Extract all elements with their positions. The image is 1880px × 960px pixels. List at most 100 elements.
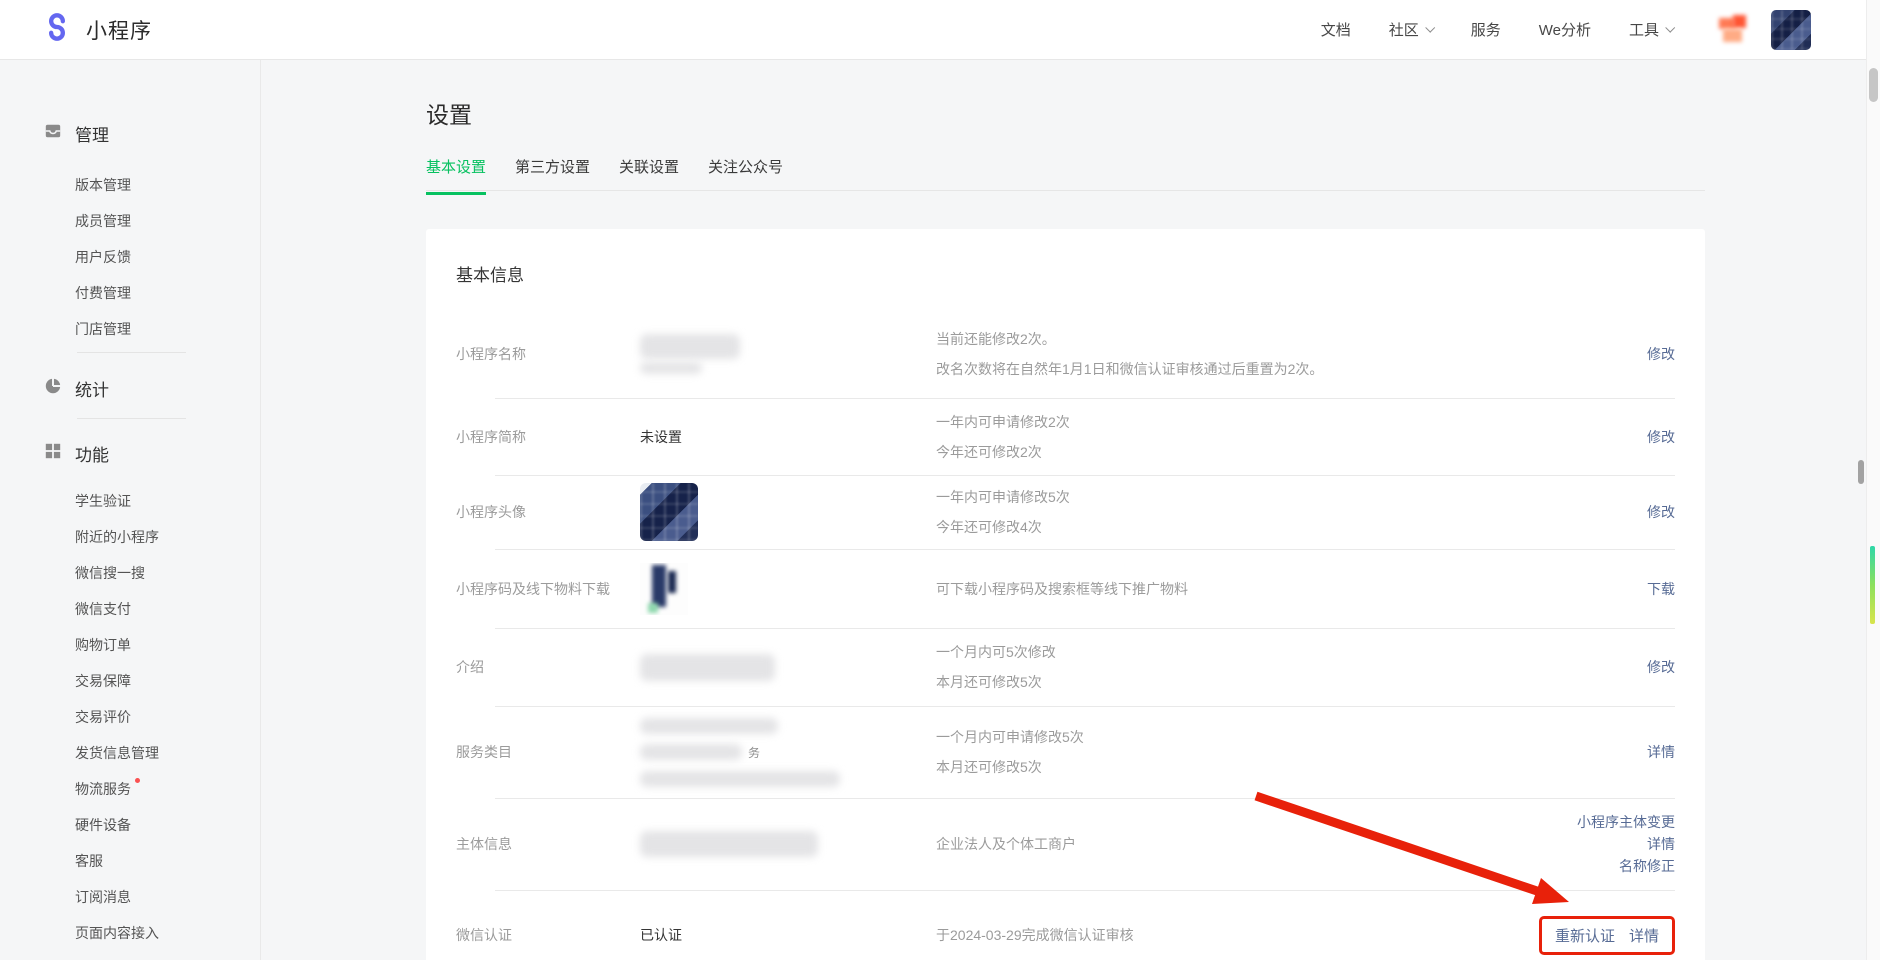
- sidebar-item-hardware-devices[interactable]: 硬件设备: [75, 818, 131, 832]
- chevron-down-icon: [1425, 22, 1435, 32]
- nav-we-analytics[interactable]: We分析: [1539, 19, 1591, 40]
- row-action: 重新认证 详情: [1515, 916, 1675, 955]
- scroll-marker: [1858, 460, 1864, 484]
- category-details-link[interactable]: 详情: [1647, 744, 1675, 760]
- row-label: 小程序码及线下物料下载: [456, 579, 640, 599]
- sidebar-item-customer-service[interactable]: 客服: [75, 854, 103, 868]
- tab-association-settings[interactable]: 关联设置: [619, 156, 679, 195]
- sidebar-section-statistics[interactable]: 统计: [44, 378, 260, 398]
- mini-program-code-image: [640, 563, 936, 615]
- row-action: 下载: [1515, 579, 1675, 599]
- sidebar-item-logistics-services[interactable]: 物流服务: [75, 782, 131, 796]
- recertify-link[interactable]: 重新认证: [1555, 925, 1615, 946]
- new-badge-dot: [135, 778, 140, 783]
- row-actions: 小程序主体变更 详情 名称修正: [1515, 815, 1675, 873]
- sidebar-item-shipping-info-management[interactable]: 发货信息管理: [75, 746, 159, 760]
- pie-chart-icon: [44, 377, 62, 400]
- sidebar-item-transaction-guarantee[interactable]: 交易保障: [75, 674, 131, 688]
- sidebar: 管理 版本管理 成员管理 用户反馈 付费管理 门店管理 统计: [0, 60, 261, 960]
- sidebar-item-wechat-search[interactable]: 微信搜一搜: [75, 566, 145, 580]
- sidebar-item-shopping-orders[interactable]: 购物订单: [75, 638, 131, 652]
- row-hint: 可下载小程序码及搜索框等线下推广物料: [936, 574, 1515, 604]
- redacted-category-values: 务: [640, 718, 936, 787]
- row-label: 小程序头像: [456, 502, 640, 522]
- sidebar-item-student-verification[interactable]: 学生验证: [75, 494, 131, 508]
- scroll-marker: [1870, 546, 1875, 624]
- scrollbar[interactable]: [1866, 0, 1880, 960]
- sidebar-item-user-feedback[interactable]: 用户反馈: [75, 250, 131, 264]
- tab-basic-settings[interactable]: 基本设置: [426, 156, 486, 195]
- subject-type-note: 企业法人及个体工商户: [936, 829, 1515, 859]
- row-hint: 于2024-03-29完成微信认证审核: [936, 920, 1515, 950]
- logo-text: 小程序: [86, 15, 152, 45]
- row-action: 详情: [1515, 742, 1675, 762]
- logo[interactable]: 小程序: [42, 12, 152, 47]
- row-hint: 一个月内可5次修改 本月还可修改5次: [936, 637, 1515, 697]
- sidebar-section-manage: 管理: [44, 123, 260, 143]
- row-label: 服务类目: [456, 742, 640, 762]
- download-materials-link[interactable]: 下载: [1647, 581, 1675, 597]
- table-row-subject-info: 主体信息 企业法人及个体工商户 小程序主体变更 详情 名称修正: [456, 798, 1675, 890]
- avatar[interactable]: [1713, 10, 1753, 50]
- recertify-highlight-box: 重新认证 详情: [1539, 916, 1675, 955]
- tab-third-party-settings[interactable]: 第三方设置: [515, 156, 590, 195]
- account-avatars: [1713, 10, 1811, 50]
- mini-program-logo-icon: [42, 12, 72, 47]
- table-row-wechat-verification: 微信认证 已认证 于2024-03-29完成微信认证审核 重新认证 详情: [456, 890, 1675, 960]
- row-hint: 当前还能修改2次。 改名次数将在自然年1月1日和微信认证审核通过后重置为2次。: [936, 324, 1515, 384]
- redacted-intro-value: [640, 654, 936, 681]
- nav-community[interactable]: 社区: [1389, 19, 1433, 40]
- sidebar-item-wechat-pay[interactable]: 微信支付: [75, 602, 131, 616]
- modify-short-name-link[interactable]: 修改: [1647, 429, 1675, 445]
- avatar[interactable]: [1771, 10, 1811, 50]
- row-label: 介绍: [456, 657, 640, 677]
- grid-icon: [44, 442, 62, 465]
- row-action: 修改: [1515, 427, 1675, 447]
- subject-details-link[interactable]: 详情: [1647, 837, 1675, 851]
- subject-change-link[interactable]: 小程序主体变更: [1577, 815, 1675, 829]
- sidebar-item-store-management[interactable]: 门店管理: [75, 322, 131, 336]
- nav-tools[interactable]: 工具: [1629, 19, 1673, 40]
- row-action: 修改: [1515, 657, 1675, 677]
- table-row-introduction: 介绍 一个月内可5次修改 本月还可修改5次 修改: [456, 628, 1675, 706]
- table-row-service-category: 服务类目 务 一个月内可申请修改5次 本月还可修改5次 详情: [456, 706, 1675, 798]
- mini-program-avatar-image: [640, 483, 936, 541]
- row-hint: 一年内可申请修改5次 今年还可修改4次: [936, 482, 1515, 542]
- name-correction-link[interactable]: 名称修正: [1619, 859, 1675, 873]
- chevron-down-icon: [1665, 22, 1675, 32]
- verification-details-link[interactable]: 详情: [1629, 925, 1659, 946]
- section-title: 基本信息: [456, 267, 1675, 285]
- visible-text-fragment: 务: [748, 744, 760, 761]
- nav-docs[interactable]: 文档: [1321, 19, 1351, 40]
- nav-services[interactable]: 服务: [1471, 19, 1501, 40]
- row-label: 小程序简称: [456, 427, 640, 447]
- sidebar-section-features: 功能: [44, 443, 260, 463]
- table-row-name: 小程序名称 当前还能修改2次。 改名次数将在自然年1月1日和微信认证审核通过后重…: [456, 310, 1675, 398]
- redacted-subject-value: [640, 831, 936, 857]
- modify-intro-link[interactable]: 修改: [1647, 659, 1675, 675]
- table-row-qrcode-materials: 小程序码及线下物料下载 可下载小程序码及搜索框等线下推广物料 下载: [456, 549, 1675, 628]
- basic-info-card: 基本信息 小程序名称 当前还能修改2次。 改名次数将在自然年1月1日和微信认证审…: [426, 229, 1705, 960]
- modify-avatar-link[interactable]: 修改: [1647, 504, 1675, 520]
- row-action: 修改: [1515, 502, 1675, 522]
- sidebar-item-payment-management[interactable]: 付费管理: [75, 286, 131, 300]
- verification-status: 已认证: [640, 925, 936, 945]
- top-nav: 文档 社区 服务 We分析 工具: [1321, 19, 1673, 40]
- sidebar-item-member-management[interactable]: 成员管理: [75, 214, 131, 228]
- scrollbar-thumb[interactable]: [1869, 68, 1878, 102]
- row-label: 小程序名称: [456, 344, 640, 364]
- sidebar-item-version-management[interactable]: 版本管理: [75, 178, 131, 192]
- settings-tabs: 基本设置 第三方设置 关联设置 关注公众号: [426, 156, 783, 195]
- row-hint: 一年内可申请修改2次 今年还可修改2次: [936, 407, 1515, 467]
- divider: [77, 352, 186, 353]
- sidebar-item-nearby-mini-programs[interactable]: 附近的小程序: [75, 530, 159, 544]
- sidebar-item-transaction-reviews[interactable]: 交易评价: [75, 710, 131, 724]
- row-action: 修改: [1515, 344, 1675, 364]
- modify-name-link[interactable]: 修改: [1647, 346, 1675, 362]
- row-label: 主体信息: [456, 834, 640, 854]
- tab-follow-official-account[interactable]: 关注公众号: [708, 156, 783, 195]
- row-value: 未设置: [640, 427, 936, 447]
- redacted-name-value: [640, 334, 936, 374]
- sidebar-item-subscription-messages[interactable]: 订阅消息: [75, 890, 131, 904]
- sidebar-item-page-content-access[interactable]: 页面内容接入: [75, 926, 159, 940]
